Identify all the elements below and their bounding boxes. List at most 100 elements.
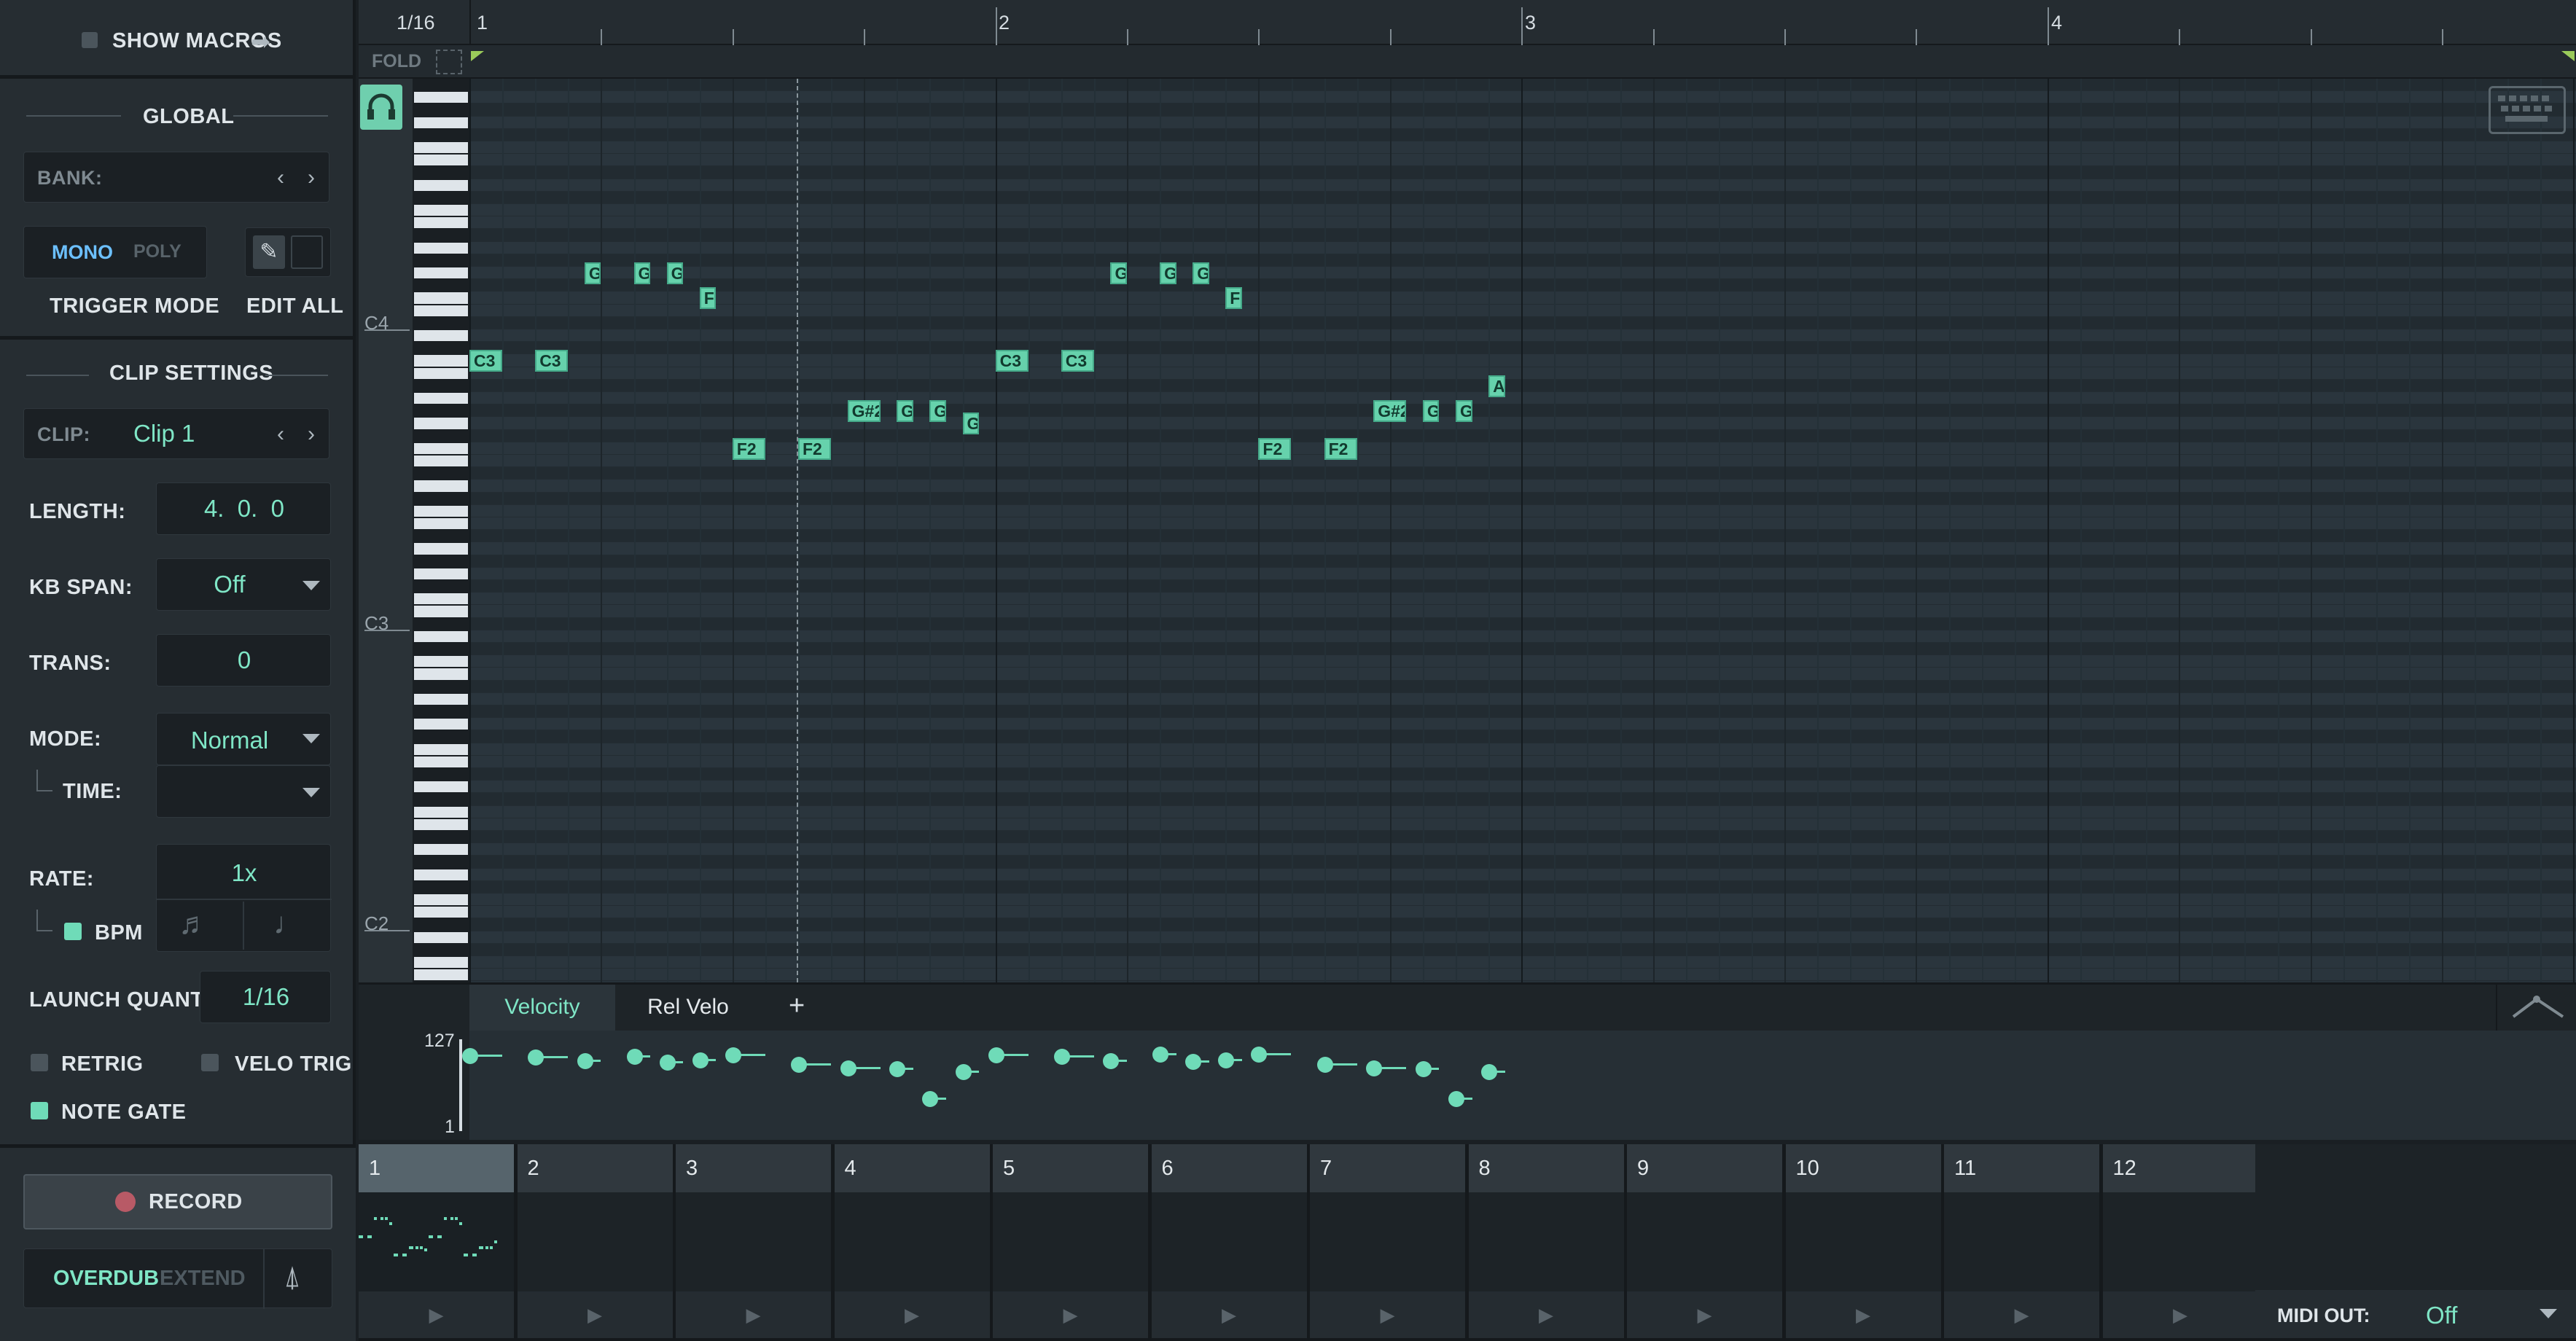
midi-note[interactable]: G#2 <box>1373 400 1407 423</box>
midi-note[interactable]: F2 <box>732 437 765 460</box>
arrow-right-icon[interactable]: ➡ <box>251 28 270 55</box>
overdub-option[interactable]: OVERDUB <box>53 1267 159 1291</box>
black-key[interactable] <box>414 405 468 417</box>
white-key[interactable] <box>414 630 468 642</box>
white-key[interactable] <box>414 418 468 429</box>
midi-note[interactable]: F2 <box>1324 437 1357 460</box>
black-key[interactable] <box>414 644 468 655</box>
chevron-left-icon[interactable]: ‹ <box>268 413 294 456</box>
black-key[interactable] <box>414 79 468 91</box>
key-column[interactable] <box>413 79 469 982</box>
white-key[interactable] <box>414 442 468 454</box>
black-key[interactable] <box>414 254 468 266</box>
midi-note[interactable]: C3 <box>535 350 569 372</box>
add-lane-button[interactable]: + <box>789 990 805 1022</box>
midi-out-dropdown[interactable]: MIDI OUT: Off <box>2255 1290 2576 1338</box>
fold-button[interactable]: FOLD <box>372 51 421 72</box>
velocity-handle[interactable] <box>528 1049 545 1066</box>
midi-note[interactable]: G <box>1193 262 1209 284</box>
play-icon[interactable]: ▶ <box>1944 1291 2099 1338</box>
midi-note[interactable]: G <box>633 262 651 284</box>
bank-selector[interactable]: BANK: ‹ › <box>23 152 329 203</box>
velocity-handle[interactable] <box>1366 1060 1383 1076</box>
velocity-handle[interactable] <box>1218 1052 1235 1068</box>
white-key[interactable] <box>414 781 468 793</box>
white-key[interactable] <box>414 719 468 730</box>
metronome-icon[interactable]: ♬ <box>179 906 209 941</box>
black-key[interactable] <box>414 769 468 781</box>
midi-note[interactable]: C3 <box>469 350 503 372</box>
black-key[interactable] <box>414 343 468 354</box>
velocity-handle[interactable] <box>1251 1046 1268 1063</box>
kb-span-dropdown[interactable]: Off <box>156 558 331 611</box>
velocity-handle[interactable] <box>1053 1048 1070 1065</box>
clip-slot[interactable]: 9 ▶ <box>1627 1144 1782 1338</box>
white-key[interactable] <box>414 869 468 880</box>
velocity-handle[interactable] <box>692 1052 709 1068</box>
black-key[interactable] <box>414 380 468 391</box>
white-key[interactable] <box>414 543 468 555</box>
edit-all-button[interactable]: ✎ <box>245 227 331 277</box>
play-icon[interactable]: ▶ <box>1627 1291 1782 1338</box>
white-key[interactable] <box>414 743 468 755</box>
white-key[interactable] <box>414 393 468 404</box>
black-key[interactable] <box>414 881 468 893</box>
clip-slot[interactable]: 3 ▶ <box>676 1144 831 1338</box>
clip-slot[interactable]: 12 ▶ <box>2102 1144 2258 1338</box>
note-icon[interactable]: ♩ <box>273 906 304 941</box>
midi-note[interactable]: G# <box>897 400 913 423</box>
clip-slot[interactable]: 8 ▶ <box>1468 1144 1624 1338</box>
black-key[interactable] <box>414 618 468 630</box>
midi-note[interactable]: F2 <box>798 437 832 460</box>
play-icon[interactable]: ▶ <box>834 1291 990 1338</box>
record-mode-toggle[interactable]: OVERDUB EXTEND ⍋ <box>23 1248 332 1309</box>
midi-note[interactable]: G# <box>1422 400 1440 423</box>
velocity-handle[interactable] <box>889 1060 906 1077</box>
white-key[interactable] <box>414 957 468 969</box>
black-key[interactable] <box>414 944 468 955</box>
white-key[interactable] <box>414 355 468 367</box>
velocity-handle[interactable] <box>1103 1052 1120 1069</box>
midi-note[interactable]: G <box>584 262 601 284</box>
note-gate-checkbox[interactable] <box>31 1102 48 1119</box>
white-key[interactable] <box>414 205 468 216</box>
trigger-mode-toggle[interactable]: MONO POLY <box>23 226 207 278</box>
record-button[interactable]: RECORD <box>23 1174 332 1229</box>
black-key[interactable] <box>414 681 468 692</box>
mono-option[interactable]: MONO <box>52 241 113 264</box>
trans-field[interactable]: 0 <box>156 634 331 687</box>
extend-option[interactable]: EXTEND <box>160 1267 246 1291</box>
white-key[interactable] <box>414 92 468 103</box>
time-dropdown[interactable] <box>156 765 331 818</box>
midi-note[interactable]: G# <box>929 400 946 423</box>
play-icon[interactable]: ▶ <box>1310 1291 1465 1338</box>
white-key[interactable] <box>414 693 468 705</box>
black-key[interactable] <box>414 468 468 480</box>
velocity-handle[interactable] <box>1316 1056 1333 1073</box>
black-key[interactable] <box>414 706 468 718</box>
white-key[interactable] <box>414 518 468 530</box>
velocity-handle[interactable] <box>462 1047 478 1064</box>
mode-dropdown[interactable]: Normal <box>156 713 331 765</box>
white-key[interactable] <box>414 242 468 254</box>
midi-note[interactable]: G <box>1160 262 1176 284</box>
white-key[interactable] <box>414 606 468 617</box>
white-key[interactable] <box>414 756 468 767</box>
chevron-right-icon[interactable]: › <box>298 156 324 200</box>
white-key[interactable] <box>414 330 468 342</box>
clip-selector[interactable]: CLIP: Clip 1 ‹ › <box>23 408 329 459</box>
velocity-handle[interactable] <box>791 1056 807 1073</box>
show-macros-checkbox[interactable] <box>82 32 98 48</box>
white-key[interactable] <box>414 818 468 830</box>
midi-note[interactable]: F2 <box>1258 437 1292 460</box>
black-key[interactable] <box>414 731 468 743</box>
black-key[interactable] <box>414 493 468 504</box>
black-key[interactable] <box>414 531 468 542</box>
white-key[interactable] <box>414 907 468 918</box>
midi-note[interactable]: A# <box>1488 375 1505 397</box>
curve-icon[interactable] <box>2507 992 2569 1024</box>
black-key[interactable] <box>414 555 468 567</box>
white-key[interactable] <box>414 568 468 579</box>
white-key[interactable] <box>414 367 468 379</box>
keyboard-icon[interactable] <box>2489 86 2566 134</box>
